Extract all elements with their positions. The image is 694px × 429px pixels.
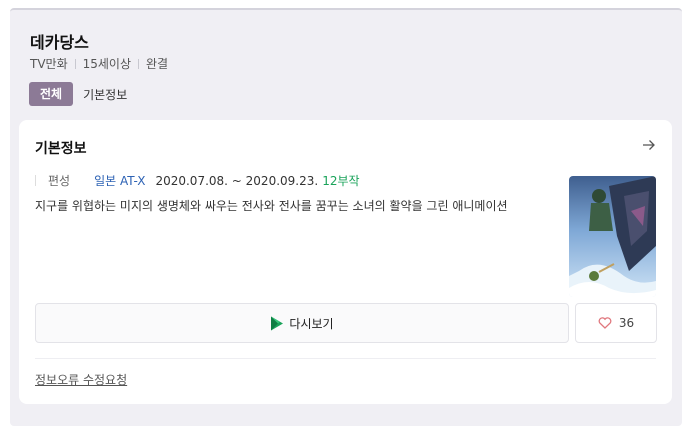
meta-divider [138,58,140,69]
replay-label: 다시보기 [289,316,334,331]
poster-art [569,176,656,297]
card-divider [35,358,656,359]
date-range: 2020.07.08. ~ 2020.09.23. [155,173,319,188]
replay-button[interactable]: 다시보기 [35,303,569,343]
meta-genre: TV만화 [30,57,68,71]
heart-icon [598,317,612,329]
content-panel: 데카당스 TV만화 15세이상 완결 전체 기본정보 기본정보 편성 일본 AT… [10,8,682,426]
description: 지구를 위협하는 미지의 생명체와 싸우는 전사와 전사를 꿈꾸는 소녀의 활약… [35,199,508,213]
schedule-row: 편성 일본 AT-X 2020.07.08. ~ 2020.09.23. 12부… [35,172,360,189]
poster-image[interactable] [569,176,656,297]
tab-all[interactable]: 전체 [29,82,74,106]
meta-rating: 15세이상 [82,57,132,71]
meta-row: TV만화 15세이상 완결 [30,55,168,72]
play-store-icon [271,316,284,330]
schedule-label: 편성 [48,174,71,188]
arrow-right-icon[interactable] [642,138,656,152]
card-title: 기본정보 [35,141,87,157]
schedule-marker [35,175,36,186]
network-link[interactable]: 일본 AT-X [94,172,145,189]
page-title: 데카당스 [30,33,89,52]
episode-count: 12부작 [322,174,360,188]
meta-divider [74,58,76,69]
report-error-link[interactable]: 정보오류 수정요청 [35,371,127,388]
basic-info-card: 기본정보 편성 일본 AT-X 2020.07.08. ~ 2020.09.23… [19,120,672,404]
tab-bar: 전체 기본정보 [29,82,127,106]
meta-status: 완결 [146,57,169,71]
like-count: 36 [618,316,635,330]
tab-basic-info[interactable]: 기본정보 [83,86,127,103]
like-button[interactable]: 36 [575,303,657,343]
